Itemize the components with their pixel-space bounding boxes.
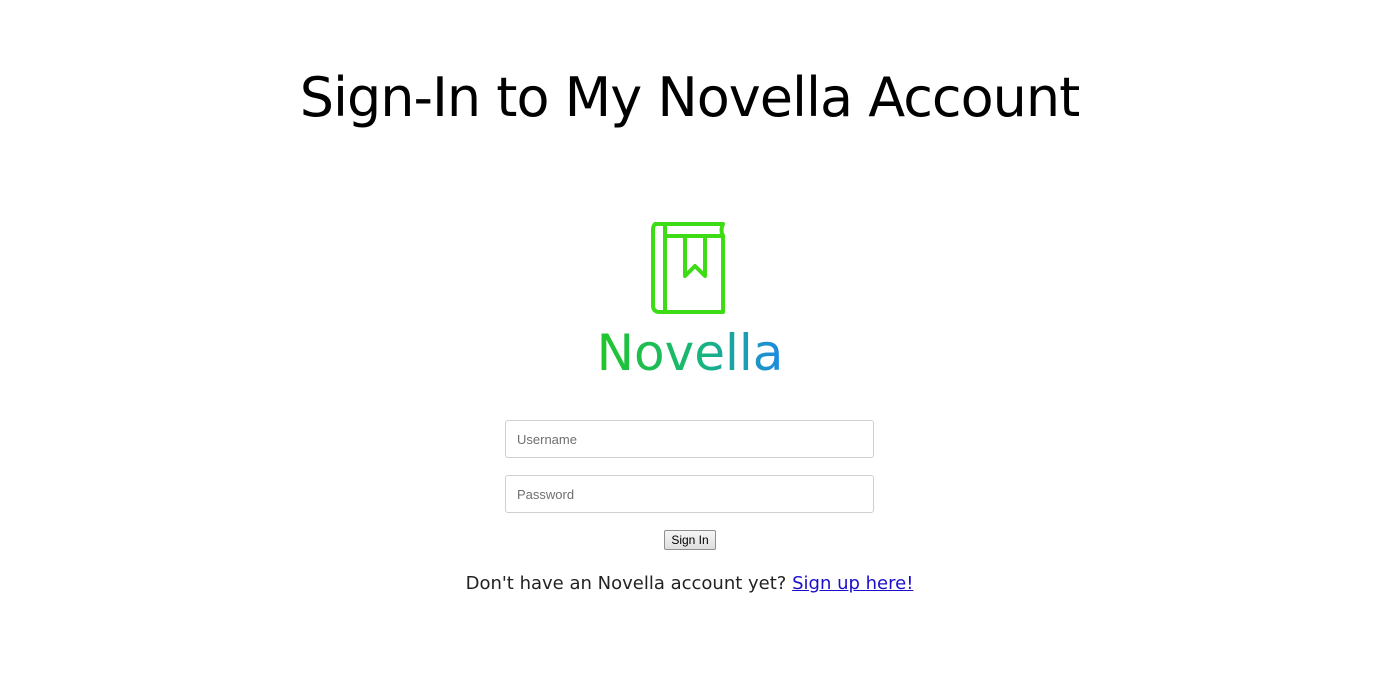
novella-logo: Novella <box>585 218 795 378</box>
username-input[interactable] <box>505 420 874 458</box>
book-bookmark-icon <box>651 222 725 314</box>
signup-prompt-text: Don't have an Novella account yet? <box>465 573 793 594</box>
sign-up-link[interactable]: Sign up here! <box>792 573 913 594</box>
novella-wordmark: Novella <box>597 324 784 378</box>
signup-prompt: Don't have an Novella account yet? Sign … <box>0 572 1379 596</box>
sign-in-button[interactable]: Sign In <box>664 530 716 550</box>
sign-in-page: Sign-In to My Novella Account Novella Us… <box>0 0 1379 678</box>
page-title: Sign-In to My Novella Account <box>299 66 1081 129</box>
password-input[interactable] <box>505 475 874 513</box>
